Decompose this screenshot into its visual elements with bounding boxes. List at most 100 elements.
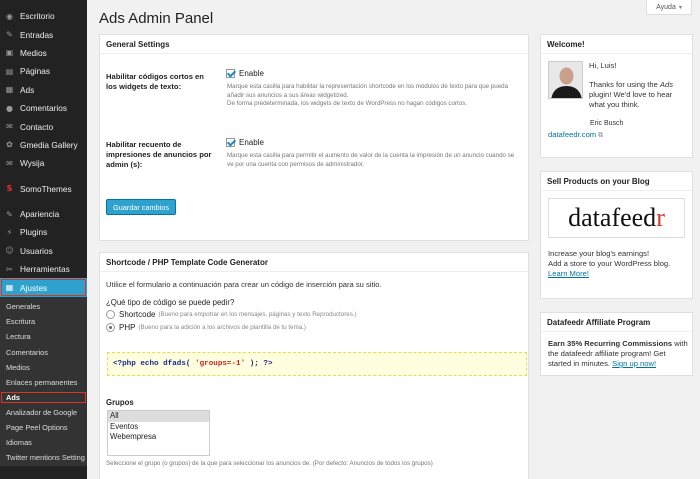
shortcode-radio[interactable] — [106, 310, 115, 319]
pages-icon: ▤ — [5, 66, 14, 76]
submenu-item-comentarios[interactable]: Comentarios — [0, 344, 87, 359]
submenu-item-analizador-de-google[interactable]: Analizador de Google — [0, 405, 87, 420]
sidebar-item-escritorio[interactable]: ◉ Escritorio — [0, 7, 87, 25]
sidebar-item-label: Ads — [20, 84, 35, 95]
impressions-description: Marque esta casilla para permitir el aum… — [227, 152, 515, 168]
contact-icon: ✉ — [6, 122, 13, 132]
shortcode-hint: (Bueno para empotrar en los mensajes, pá… — [158, 311, 357, 318]
sidebar-item-apariencia[interactable]: ✎ Apariencia — [0, 205, 87, 223]
shortcodes-desc-2: De forma predeterminada, los widgets de … — [227, 100, 467, 107]
comments-icon: ● — [6, 103, 13, 113]
submenu-item-generales[interactable]: Generales — [0, 299, 87, 314]
shortcodes-enable-checkbox[interactable] — [226, 69, 235, 78]
sidebar-item-label: Comentarios — [20, 103, 68, 114]
shortcodes-enable-label: Enable — [239, 69, 264, 78]
media-icon: ▣ — [5, 48, 14, 58]
sidebar-item-label: SomoThemes — [20, 183, 72, 194]
group-option-webempresa[interactable]: Webempresa — [108, 432, 209, 443]
code-type-question: ¿Qué tipo de código se puede pedir? — [106, 298, 235, 307]
sidebar-item-wysija[interactable]: ✉ Wysija — [0, 154, 87, 172]
logo-text: datafeed — [568, 203, 657, 232]
submenu-item-page-peel-options[interactable]: Page Peel Options — [0, 420, 87, 435]
welcome-message: Thanks for using the Ads plugin! We'd lo… — [589, 80, 689, 110]
generated-code[interactable]: <?php echo dfads( 'groups=-1' ); ?> — [107, 352, 527, 376]
general-settings-title: General Settings — [100, 35, 528, 54]
group-option-all[interactable]: All — [108, 411, 209, 422]
external-link-icon: ⧉ — [598, 131, 604, 139]
php-radio-label: PHP — [119, 323, 136, 332]
impressions-enable-checkbox[interactable] — [226, 138, 235, 147]
learn-more-link[interactable]: Learn More! — [548, 269, 589, 279]
settings-submenu: Generales Escritura Lectura Comentarios Medi… — [0, 296, 87, 466]
sidebar-item-label: Medios — [20, 47, 47, 58]
code-part-start: <?php echo dfads( — [113, 360, 196, 368]
shortcodes-description: Marque esta casilla para habilitar la re… — [227, 83, 523, 109]
author-photo — [549, 62, 582, 98]
groups-select[interactable]: All Eventos Webempresa — [107, 410, 210, 456]
php-radio[interactable] — [106, 323, 115, 332]
sidebar-item-herramientas[interactable]: ✂ Herramientas — [0, 260, 87, 278]
php-hint: (Bueno para la adición a los archivos de… — [138, 324, 306, 331]
sidebar-item-paginas[interactable]: ▤ Páginas — [0, 62, 87, 80]
shortcodes-enable-option[interactable]: Enable — [226, 69, 264, 78]
wysija-icon: ✉ — [6, 158, 13, 168]
datafeedr-logo[interactable]: datafeed r — [548, 198, 685, 238]
submenu-item-idiomas[interactable]: Idiomas — [0, 435, 87, 450]
datafeedr-link[interactable]: datafeedr.com ⧉ — [548, 130, 603, 140]
submenu-item-escritura[interactable]: Escritura — [0, 314, 87, 329]
sidebar-item-ads[interactable]: ▦ Ads — [0, 81, 87, 99]
welcome-text-a: Thanks for using the — [589, 80, 660, 89]
sidebar-item-label: Wysija — [20, 158, 45, 169]
dashboard-icon: ◉ — [6, 11, 13, 21]
group-option-eventos[interactable]: Eventos — [108, 422, 209, 433]
sidebar-item-label: Herramientas — [20, 264, 70, 275]
welcome-greeting: Hi, Luis! — [589, 61, 617, 70]
datafeedr-link-text[interactable]: datafeedr.com — [548, 130, 596, 139]
sidebar-item-label: Ajustes — [20, 282, 48, 293]
sidebar-item-label: Gmedia Gallery — [20, 139, 78, 150]
page-title: Ads Admin Panel — [99, 10, 214, 27]
sidebar-item-entradas[interactable]: ✎ Entradas — [0, 25, 87, 43]
sidebar-item-label: Apariencia — [20, 209, 60, 220]
groups-hint: Seleccione el grupo (o grupos) de la que… — [106, 460, 433, 467]
somothemes-icon: S — [6, 184, 13, 194]
author-avatar — [548, 61, 583, 99]
affiliate-text: Earn 35% Recurring Commissions with the … — [548, 339, 688, 369]
submenu-item-enlaces-permanentes[interactable]: Enlaces permanentes — [0, 375, 87, 390]
sidebar-item-somothemes[interactable]: S SomoThemes — [0, 180, 87, 198]
save-changes-button[interactable]: Guardar cambios — [106, 199, 176, 215]
impressions-enable-option[interactable]: Enable — [226, 138, 264, 147]
impressions-count-label: Habilitar recuento de impresiones de anu… — [106, 140, 212, 169]
sidebar-item-label: Contacto — [20, 121, 54, 132]
submenu-item-ads[interactable]: Ads — [0, 391, 87, 404]
sidebar-item-usuarios[interactable]: ☺ Usuarios — [0, 242, 87, 260]
settings-icon: ▦ — [5, 283, 14, 293]
sidebar-item-label: Escritorio — [20, 11, 55, 22]
sell-line-2: Add a store to your WordPress blog. — [548, 259, 671, 268]
logo-text-accent: r — [656, 203, 665, 232]
shortcode-radio-option[interactable]: Shortcode (Bueno para empotrar en los me… — [106, 310, 357, 319]
submenu-item-twitter-mentions-setting[interactable]: Twitter mentions Setting — [0, 451, 87, 464]
admin-sidebar: ◉ Escritorio ✎ Entradas ▣ Medios ▤ Páginas ▦ Ads ●… — [0, 0, 87, 479]
help-label: Ayuda — [656, 3, 676, 11]
sidebar-item-ajustes[interactable]: ▦ Ajustes — [0, 278, 87, 297]
php-radio-option[interactable]: PHP (Bueno para la adición a los archivo… — [106, 323, 306, 332]
shortcode-radio-label: Shortcode — [119, 310, 156, 319]
affiliate-bold: Earn 35% Recurring Commissions — [548, 339, 673, 348]
sidebar-item-contacto[interactable]: ✉ Contacto — [0, 117, 87, 135]
impressions-enable-label: Enable — [239, 138, 264, 147]
sidebar-item-gmedia-gallery[interactable]: ✿ Gmedia Gallery — [0, 136, 87, 154]
sidebar-item-label: Entradas — [20, 29, 54, 40]
generator-intro: Utilice el formulario a continuación par… — [106, 280, 382, 289]
sidebar-item-comentarios[interactable]: ● Comentarios — [0, 99, 87, 117]
sidebar-item-plugins[interactable]: ⚡ Plugins — [0, 223, 87, 241]
submenu-item-lectura[interactable]: Lectura — [0, 329, 87, 344]
sell-products-title: Sell Products on your Blog — [541, 172, 692, 191]
appearance-icon: ✎ — [6, 209, 13, 219]
code-part-arg: 'groups=-1' — [195, 360, 246, 368]
sidebar-item-medios[interactable]: ▣ Medios — [0, 44, 87, 62]
signup-link[interactable]: Sign up now! — [612, 359, 656, 368]
submenu-item-medios[interactable]: Medios — [0, 360, 87, 375]
help-tab[interactable]: Ayuda ▾ — [646, 0, 692, 15]
users-icon: ☺ — [5, 246, 14, 256]
